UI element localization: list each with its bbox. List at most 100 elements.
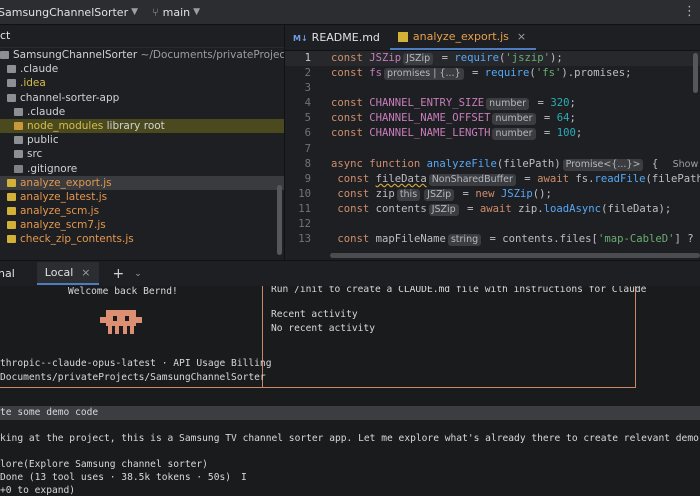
terminal-tool-title[interactable]: nal [0,267,15,280]
recent-activity-value: No recent activity [271,323,375,334]
init-tip: Run /init to create a CLAUDE.md file wit… [271,286,647,295]
code-token: = [517,172,538,185]
tree-item[interactable]: analyze_latest.js [0,190,284,204]
code-line[interactable]: 2 const fs promises | {...} = require('fs'… [285,66,700,81]
editor-scrollbar[interactable] [693,53,698,93]
code-token: const [337,172,376,185]
user-message: te some demo code [0,407,99,418]
inlay-hint: JSZip [403,53,434,65]
tree-scrollbar[interactable] [277,185,282,255]
tree-item[interactable]: SamsungChannelSorter ~/Documents/private… [0,48,284,62]
file-icon [14,164,23,173]
tree-item[interactable]: analyze_scm7.js [0,218,284,232]
title-bar: SamsungChannelSorter ▼ ⑂ main ▼ ⋮ [0,0,700,25]
code-line[interactable]: 9 const fileData NonSharedBuffer = await … [285,172,700,187]
tab-local[interactable]: Local × [36,262,99,285]
code-token: ); [550,52,563,64]
text-cursor-icon: I [241,472,247,483]
expand-hint[interactable]: +0 to expand) [0,485,75,496]
terminal-tab-bar: nal Local × + ⌄ [0,260,700,287]
close-icon[interactable]: × [517,30,526,43]
line-number: 13 [298,233,311,246]
inlay-hint: number [492,128,536,141]
code-token: ] ? [674,233,700,246]
folder-icon [7,65,16,74]
code-token: const [331,112,370,125]
folder-icon [7,93,16,102]
tree-item[interactable]: public [0,133,284,147]
code-area[interactable]: 1 const JSZip JSZip = require('jszip'); 2 co… [285,51,700,247]
code-token: = [456,187,476,200]
code-token: JSZip [500,187,533,200]
javascript-file-icon [7,207,16,216]
tab-label: Local [44,266,74,279]
tree-item-label: node_modules [27,119,104,132]
code-token: contents [375,202,427,215]
code-token: = [465,67,485,80]
chevron-down-icon[interactable]: ▼ [131,7,138,17]
inlay-hint: Promise<{...}> [562,158,644,171]
tree-item[interactable]: .claude [0,62,284,76]
tree-item[interactable]: analyze_export.js [0,175,284,190]
tree-item-label: src [27,148,43,161]
close-icon[interactable]: × [81,266,90,279]
tab-readme[interactable]: M↓ README.md [285,25,390,50]
code-token: fileData [375,172,427,185]
code-line[interactable]: 11 const contents JSZip = await zip.loadA… [285,202,700,217]
editor-horizontal-scrollbar[interactable] [330,253,700,258]
code-line[interactable]: 3 [285,81,700,96]
markdown-icon: M↓ [293,34,308,43]
code-line[interactable]: 8 async function analyzeFile(filePath) Pro… [285,157,700,172]
project-switcher[interactable]: SamsungChannelSorter [0,6,128,19]
tree-item[interactable]: channel-sorter-app [0,91,284,105]
code-line[interactable]: 10 const zip this JSZip = new JSZip(); [285,187,700,202]
code-token: = [531,97,551,110]
tree-item[interactable]: check_zip_contents.js [0,232,284,246]
add-tab-icon[interactable]: + [113,266,125,282]
code-token: const [331,97,370,110]
code-token: (); [532,187,552,200]
code-token: zip [375,187,395,200]
code-token: const [331,127,370,140]
code-line[interactable]: 7 [285,142,700,157]
code-line[interactable]: 1 const JSZip JSZip = require('jszip'); [285,51,700,67]
code-token: ; [569,97,576,110]
tree-item[interactable]: src [0,147,284,161]
code-line[interactable]: 13 const mapFileName string = contents.fi… [285,232,700,247]
code-token: 320 [550,97,570,110]
tab-analyze-export[interactable]: analyze_export.js × [389,25,537,50]
tree-item-label: .idea [20,77,46,90]
tree-item[interactable]: .claude [0,105,284,119]
tree-item[interactable]: node_modules library root [0,118,284,134]
terminal[interactable]: Welcome back Bernd! thropic--claude-opus… [0,286,700,496]
code-token: = [537,127,557,140]
code-line[interactable]: 4 const CHANNEL_ENTRY_SIZE number = 320; [285,96,700,111]
tool-result-text: Done (13 tool uses · 38.5k tokens · 50s) [0,472,232,483]
code-token: readFile [594,172,646,185]
javascript-file-icon [7,192,16,201]
tree-item-label: analyze_scm.js [20,205,100,218]
code-token: const [337,187,376,200]
inlay-hint: promises | {...} [384,68,464,81]
chevron-down-icon[interactable]: ▼ [193,7,200,17]
code-token: await [479,202,519,215]
tree-item[interactable]: .idea [0,76,284,90]
line-number: 6 [304,127,311,140]
code-line[interactable]: 5 const CHANNEL_NAME_OFFSET number = 64; [285,111,700,126]
branch-switcher[interactable]: main [163,6,190,19]
code-token: ).promises; [561,67,632,80]
chevron-down-icon[interactable]: ⌄ [134,269,142,279]
code-line[interactable]: 12 [285,217,700,232]
tree-item[interactable]: analyze_scm.js [0,204,284,218]
tree-item[interactable]: .gitignore [0,162,284,176]
code-line[interactable]: 6 const CHANNEL_NAME_LENGTH number = 100; [285,126,700,141]
code-token: const [331,67,370,80]
tree-item-label: .gitignore [27,162,78,175]
more-icon[interactable]: ⋮ [683,4,696,19]
code-token: fs [369,67,383,80]
code-token: CHANNEL_ENTRY_SIZE [369,97,485,110]
tree-item-suffix: ~/Documents/privateProjects/SamsungC [140,49,285,61]
code-token: CHANNEL_NAME_OFFSET [369,112,491,125]
show-usages-link[interactable]: Show usages [673,159,700,170]
code-token: require [484,67,530,80]
